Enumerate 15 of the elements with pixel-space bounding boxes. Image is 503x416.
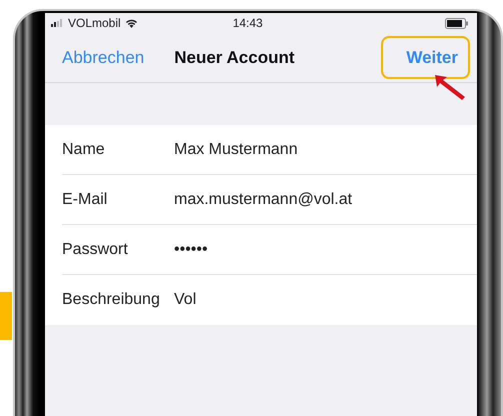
wifi-icon (124, 18, 138, 28)
clock-time: 14:43 (232, 15, 263, 32)
field-label: Name (62, 140, 106, 160)
signal-icon (51, 19, 65, 27)
pointer-arrow-icon (433, 73, 467, 101)
field-label: Beschreibung (62, 290, 161, 310)
carrier-name: VOLmobil (68, 15, 121, 32)
screen-title: Neuer Account (174, 46, 295, 69)
battery-icon (445, 18, 469, 28)
field-value[interactable]: max.mustermann@vol.at (174, 188, 352, 212)
field-label: Passwort (62, 240, 129, 260)
field-value[interactable]: Vol (174, 288, 196, 312)
field-value[interactable]: Max Mustermann (174, 138, 298, 162)
field-label: E-Mail (62, 190, 108, 210)
field-value[interactable]: •••••• (174, 238, 208, 262)
